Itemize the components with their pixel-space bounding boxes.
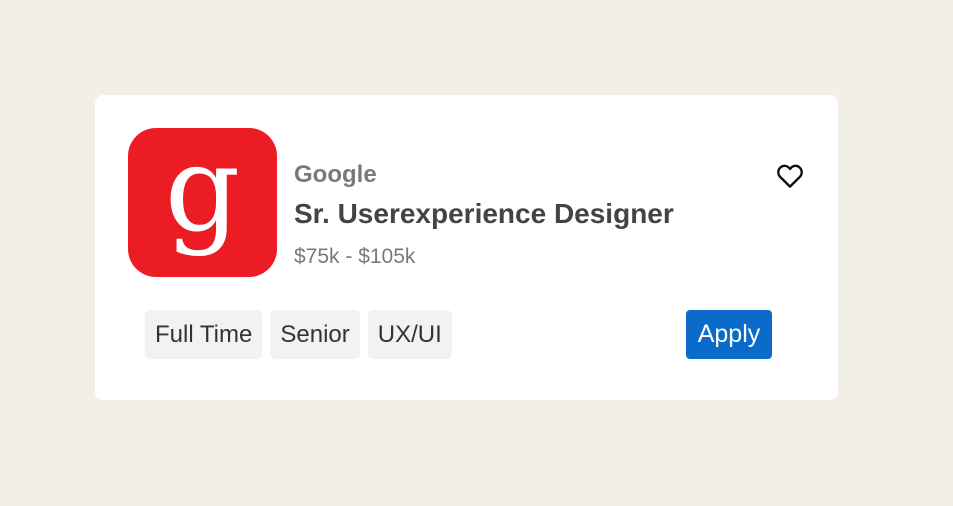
salary-range: $75k - $105k (294, 245, 416, 268)
tag-senior[interactable]: Senior (270, 310, 360, 359)
tag-list: Full Time Senior UX/UI (145, 310, 452, 359)
job-title: Sr. Userexperience Designer (294, 198, 674, 229)
apply-button[interactable]: Apply (686, 310, 772, 359)
company-name: Google (294, 161, 377, 188)
tag-full-time[interactable]: Full Time (145, 310, 263, 359)
company-logo-letter: g (164, 128, 241, 258)
heart-icon[interactable] (775, 161, 805, 191)
tag-ux-ui[interactable]: UX/UI (367, 310, 452, 359)
company-logo: g (128, 128, 277, 277)
job-card: g Google Sr. Userexperience Designer $75… (95, 95, 838, 400)
